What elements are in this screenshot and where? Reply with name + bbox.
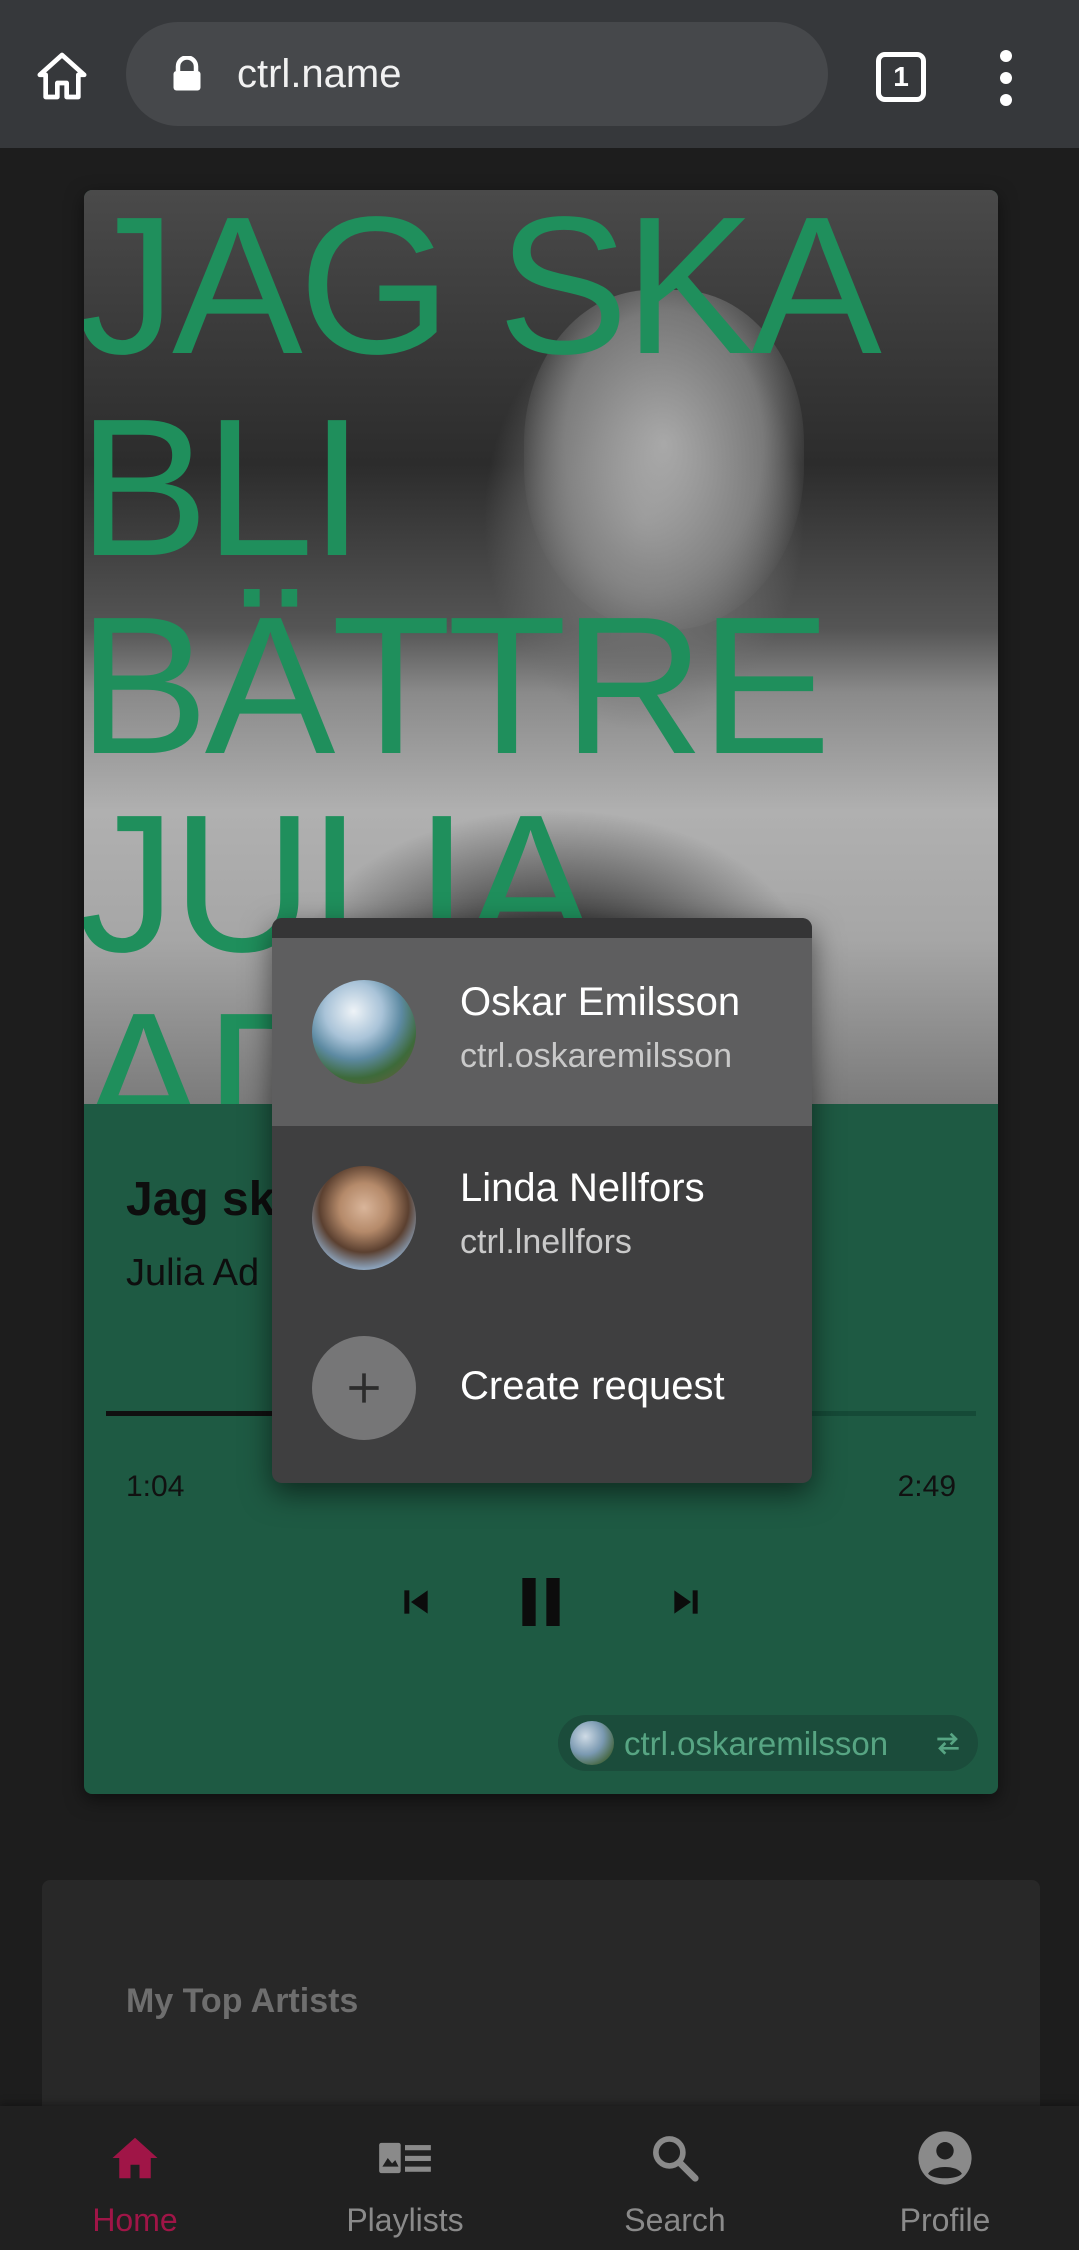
avatar xyxy=(312,1166,416,1270)
nav-label: Profile xyxy=(899,2202,991,2238)
section-title: My Top Artists xyxy=(126,1982,359,2020)
home-icon xyxy=(112,2137,158,2179)
search-icon xyxy=(653,2136,699,2182)
device-chip-label: ctrl.oskaremilsson xyxy=(624,1725,889,1762)
album-art-text-line: JAG SKA xyxy=(84,190,882,395)
popup-user-item[interactable]: Oskar Emilsson ctrl.oskaremilsson xyxy=(272,938,812,1126)
nav-label: Home xyxy=(92,2202,178,2238)
pause-button[interactable] xyxy=(496,1562,586,1642)
current-time: 1:04 xyxy=(126,1470,185,1503)
skip-next-button[interactable] xyxy=(654,1562,718,1642)
skip-previous-button[interactable] xyxy=(384,1562,448,1642)
pause-icon xyxy=(522,1578,560,1626)
overflow-menu-button[interactable] xyxy=(990,50,1022,106)
nav-label: Search xyxy=(624,2202,726,2238)
user-name: Oskar Emilsson xyxy=(460,980,741,1024)
song-title: Jag sk xyxy=(126,1173,276,1226)
create-request-button xyxy=(312,1336,416,1440)
nav-label: Playlists xyxy=(346,2202,464,2238)
playback-controls xyxy=(84,1562,998,1642)
skip-next-icon xyxy=(674,1590,698,1614)
lock-icon xyxy=(173,56,201,91)
avatar xyxy=(312,980,416,1084)
account-circle-icon xyxy=(918,2131,972,2185)
bottom-navigation: Home Playlists Search Profile xyxy=(0,2106,1079,2250)
tab-switcher-button[interactable]: 1 xyxy=(876,52,926,102)
swap-icon xyxy=(937,1732,959,1755)
browser-toolbar: ctrl.name 1 xyxy=(0,0,1079,148)
home-icon xyxy=(37,52,87,100)
tab-count: 1 xyxy=(893,61,909,92)
active-device-chip[interactable]: ctrl.oskaremilsson xyxy=(558,1715,978,1771)
browser-home-button[interactable] xyxy=(28,42,96,110)
nav-item-playlists[interactable]: Playlists xyxy=(270,2106,540,2250)
request-popup-menu: Oskar Emilsson ctrl.oskaremilsson Linda … xyxy=(272,918,812,1483)
nav-item-profile[interactable]: Profile xyxy=(810,2106,1079,2250)
plus-icon xyxy=(349,1373,379,1403)
total-time: 2:49 xyxy=(897,1470,956,1503)
song-artist[interactable]: Julia Ad xyxy=(126,1252,259,1295)
avatar xyxy=(570,1721,614,1765)
popup-user-item[interactable]: Linda Nellfors ctrl.lnellfors xyxy=(272,1126,812,1314)
user-handle: ctrl.lnellfors xyxy=(460,1223,632,1261)
url-text: ctrl.name xyxy=(237,52,402,96)
playlists-icon xyxy=(379,2142,431,2174)
create-request-item[interactable]: Create request xyxy=(272,1296,812,1483)
user-handle: ctrl.oskaremilsson xyxy=(460,1037,733,1075)
user-name: Linda Nellfors xyxy=(460,1166,705,1210)
album-art-text-line: BLI xyxy=(84,378,364,597)
album-art-text-line: BÄTTRE xyxy=(84,576,831,795)
address-bar[interactable]: ctrl.name xyxy=(126,22,828,126)
nav-item-home[interactable]: Home xyxy=(0,2106,270,2250)
create-request-label: Create request xyxy=(460,1364,725,1408)
skip-previous-icon xyxy=(404,1590,428,1614)
nav-item-search[interactable]: Search xyxy=(540,2106,810,2250)
